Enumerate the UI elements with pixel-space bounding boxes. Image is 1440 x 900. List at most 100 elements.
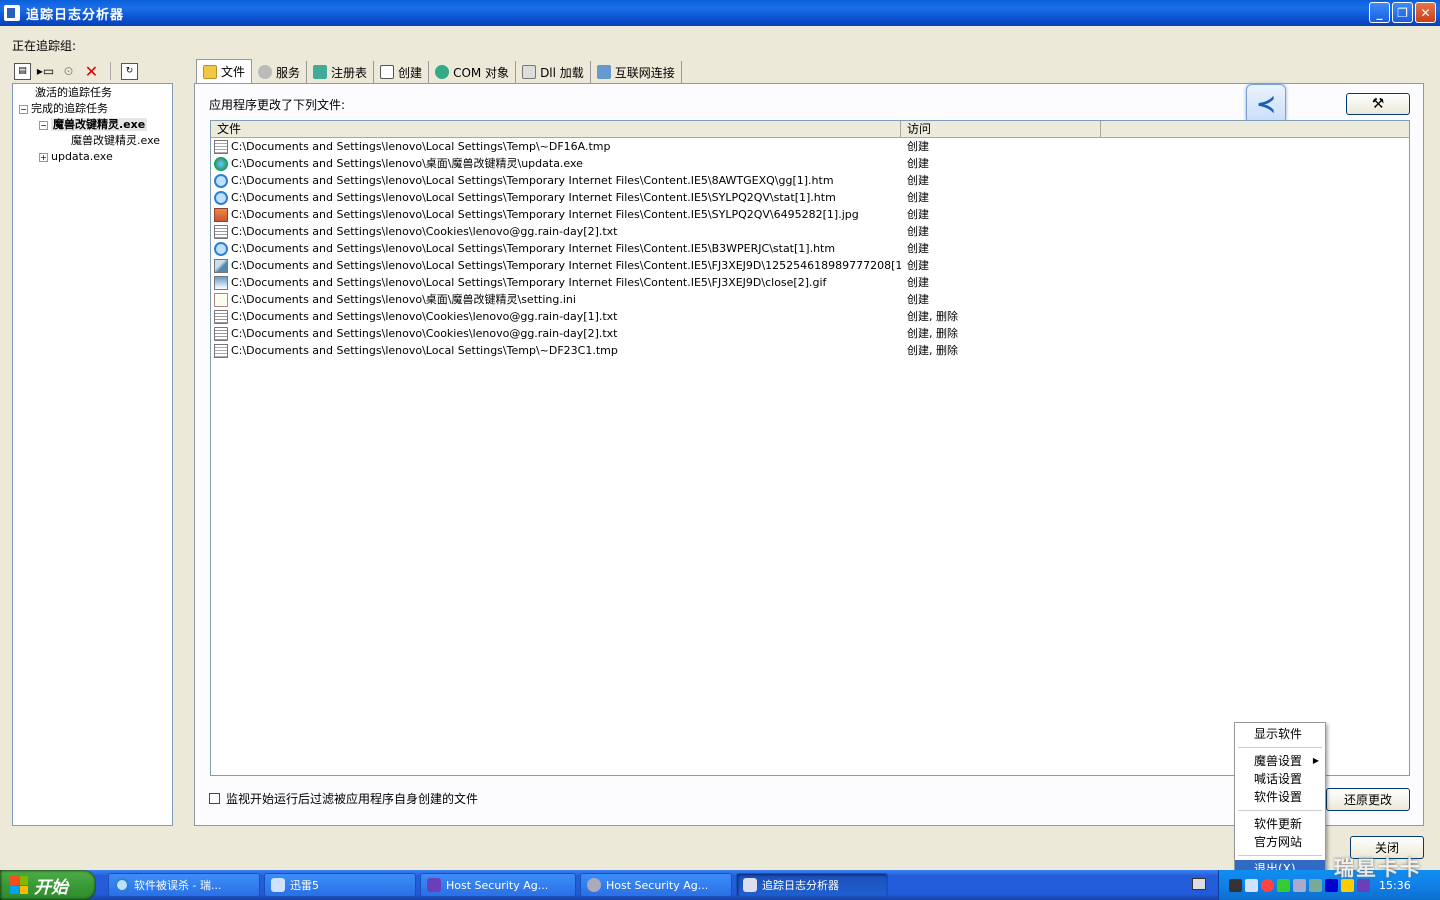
tree-item-active-tasks[interactable]: 激活的追踪任务: [13, 85, 172, 101]
taskbar-item-browser[interactable]: 软件被误杀 - 瑞...: [108, 873, 260, 897]
file-type-icon: [214, 207, 228, 222]
tab-label: 互联网连接: [614, 65, 675, 80]
menu-item-software-settings[interactable]: 软件设置: [1235, 788, 1325, 806]
taskbar-item-thunder[interactable]: 迅雷5: [264, 873, 416, 897]
tree-item-task1[interactable]: − 魔兽改键精灵.exe: [13, 117, 172, 133]
tree-item-task1-child[interactable]: 魔兽改键精灵.exe: [13, 133, 172, 149]
tray-security-icon[interactable]: [1309, 878, 1322, 892]
table-row[interactable]: C:\Documents and Settings\lenovo\Local S…: [211, 274, 1409, 291]
file-type-icon: [214, 258, 228, 273]
table-row[interactable]: C:\Documents and Settings\lenovo\Cookies…: [211, 308, 1409, 325]
access-cell: 创建: [907, 242, 929, 255]
taskbar-item-host-security-1[interactable]: Host Security Ag...: [420, 873, 576, 897]
restore-changes-button[interactable]: 还原更改: [1326, 788, 1410, 811]
table-row[interactable]: C:\Documents and Settings\lenovo\Local S…: [211, 189, 1409, 206]
access-cell: 创建, 删除: [907, 344, 958, 357]
column-header-empty: [1101, 121, 1409, 137]
access-cell: 创建: [907, 157, 929, 170]
folder-icon: [203, 64, 217, 79]
menu-item-show[interactable]: 显示软件: [1235, 725, 1325, 743]
file-type-icon: [214, 173, 228, 188]
tray-qq-icon[interactable]: [1261, 878, 1274, 892]
access-cell: 创建: [907, 276, 929, 289]
close-window-button[interactable]: ✕: [1415, 2, 1436, 23]
tab-com[interactable]: COM 对象: [429, 61, 517, 83]
table-row[interactable]: C:\Documents and Settings\lenovo\Local S…: [211, 240, 1409, 257]
collapse-icon[interactable]: −: [39, 120, 48, 130]
menu-item-warcraft-settings[interactable]: 魔兽设置 ▶: [1235, 752, 1325, 770]
start-button[interactable]: 开始: [0, 870, 96, 900]
content-title: 应用程序更改了下列文件:: [209, 98, 346, 112]
table-row[interactable]: C:\Documents and Settings\lenovo\Local S…: [211, 342, 1409, 359]
list-body: C:\Documents and Settings\lenovo\Local S…: [211, 138, 1409, 359]
file-path: C:\Documents and Settings\lenovo\Local S…: [231, 242, 836, 255]
new-task-icon[interactable]: ▤: [14, 62, 31, 80]
file-path: C:\Documents and Settings\lenovo\Local S…: [231, 191, 836, 204]
table-row[interactable]: C:\Documents and Settings\lenovo\桌面\魔兽改键…: [211, 291, 1409, 308]
stop-icon[interactable]: ⊙: [60, 63, 77, 80]
tray-thunder-icon[interactable]: [1245, 878, 1258, 892]
file-type-icon: [214, 326, 228, 341]
table-row[interactable]: C:\Documents and Settings\lenovo\桌面\魔兽改键…: [211, 155, 1409, 172]
tab-label: 文件: [221, 65, 246, 79]
tab-services[interactable]: 服务: [252, 61, 308, 83]
file-list: 文件 访问 C:\Documents and Settings\lenovo\L…: [210, 120, 1410, 776]
add-task-icon[interactable]: ▸▭: [37, 63, 54, 80]
file-type-icon: [214, 343, 228, 358]
tray-context-menu: 显示软件 魔兽设置 ▶ 喊话设置 软件设置 软件更新 官方网站 退出(X): [1234, 722, 1326, 872]
tab-create[interactable]: 创建: [374, 61, 430, 83]
window-title: 追踪日志分析器: [26, 7, 125, 23]
column-header-file[interactable]: 文件: [211, 121, 901, 137]
refresh-icon[interactable]: ↻: [121, 62, 138, 80]
filter-option[interactable]: 监视开始运行后过滤被应用程序自身创建的文件: [209, 790, 478, 807]
taskbar: 开始 软件被误杀 - 瑞... 迅雷5 Host Security Ag... …: [0, 870, 1440, 900]
tab-bar: 文件 服务 注册表 创建 COM 对象 Dll 加载 互联网连接: [196, 59, 682, 83]
tree-item-completed-tasks[interactable]: − 完成的追踪任务: [13, 101, 172, 117]
tools-button[interactable]: ⚒: [1346, 93, 1410, 115]
taskbar-item-host-security-2[interactable]: Host Security Ag...: [580, 873, 732, 897]
file-cell: C:\Documents and Settings\lenovo\桌面\魔兽改键…: [211, 155, 901, 172]
table-row[interactable]: C:\Documents and Settings\lenovo\Local S…: [211, 138, 1409, 155]
taskbar-item-label: 迅雷5: [290, 879, 319, 892]
tray-check-icon[interactable]: [1277, 878, 1290, 892]
bird-logo-icon[interactable]: ≺: [1246, 84, 1286, 124]
tray-network-icon[interactable]: [1293, 878, 1306, 892]
file-type-icon: [214, 309, 228, 324]
tab-internet[interactable]: 互联网连接: [591, 61, 682, 83]
file-cell: C:\Documents and Settings\lenovo\Local S…: [211, 138, 901, 155]
collapse-icon[interactable]: −: [19, 104, 28, 114]
taskbar-item-label: 追踪日志分析器: [762, 879, 839, 892]
file-type-icon: [214, 139, 228, 154]
expand-icon[interactable]: +: [39, 152, 48, 162]
tree-item-task2[interactable]: + updata.exe: [13, 149, 172, 165]
list-header: 文件 访问: [211, 121, 1409, 138]
table-row[interactable]: C:\Documents and Settings\lenovo\Local S…: [211, 206, 1409, 223]
submenu-arrow-icon: ▶: [1312, 756, 1319, 765]
filter-checkbox[interactable]: [209, 793, 220, 804]
minimize-button[interactable]: _: [1369, 2, 1390, 23]
windows-logo-icon: [10, 876, 28, 894]
menu-item-update[interactable]: 软件更新: [1235, 815, 1325, 833]
start-label: 开始: [34, 877, 68, 898]
delete-icon[interactable]: ✕: [83, 62, 100, 81]
com-icon: [435, 65, 450, 79]
maximize-button[interactable]: ❐: [1392, 2, 1413, 23]
tab-registry[interactable]: 注册表: [307, 61, 375, 83]
tab-dll[interactable]: Dll 加载: [516, 61, 591, 83]
menu-item-shout-settings[interactable]: 喊话设置: [1235, 770, 1325, 788]
taskbar-item-trace-log[interactable]: 追踪日志分析器: [736, 873, 888, 897]
tab-files[interactable]: 文件: [196, 59, 253, 83]
table-row[interactable]: C:\Documents and Settings\lenovo\Cookies…: [211, 325, 1409, 342]
keyboard-icon[interactable]: [1192, 878, 1206, 890]
tray-monitor-icon[interactable]: [1229, 878, 1242, 892]
column-header-access[interactable]: 访问: [901, 121, 1101, 137]
menu-separator: [1238, 810, 1322, 811]
access-cell: 创建: [907, 208, 929, 221]
menu-item-website[interactable]: 官方网站: [1235, 833, 1325, 851]
tree-item-label: 激活的追踪任务: [35, 86, 112, 99]
table-row[interactable]: C:\Documents and Settings\lenovo\Local S…: [211, 257, 1409, 274]
access-cell: 创建: [907, 259, 929, 272]
file-type-icon: [214, 241, 228, 256]
table-row[interactable]: C:\Documents and Settings\lenovo\Cookies…: [211, 223, 1409, 240]
table-row[interactable]: C:\Documents and Settings\lenovo\Local S…: [211, 172, 1409, 189]
